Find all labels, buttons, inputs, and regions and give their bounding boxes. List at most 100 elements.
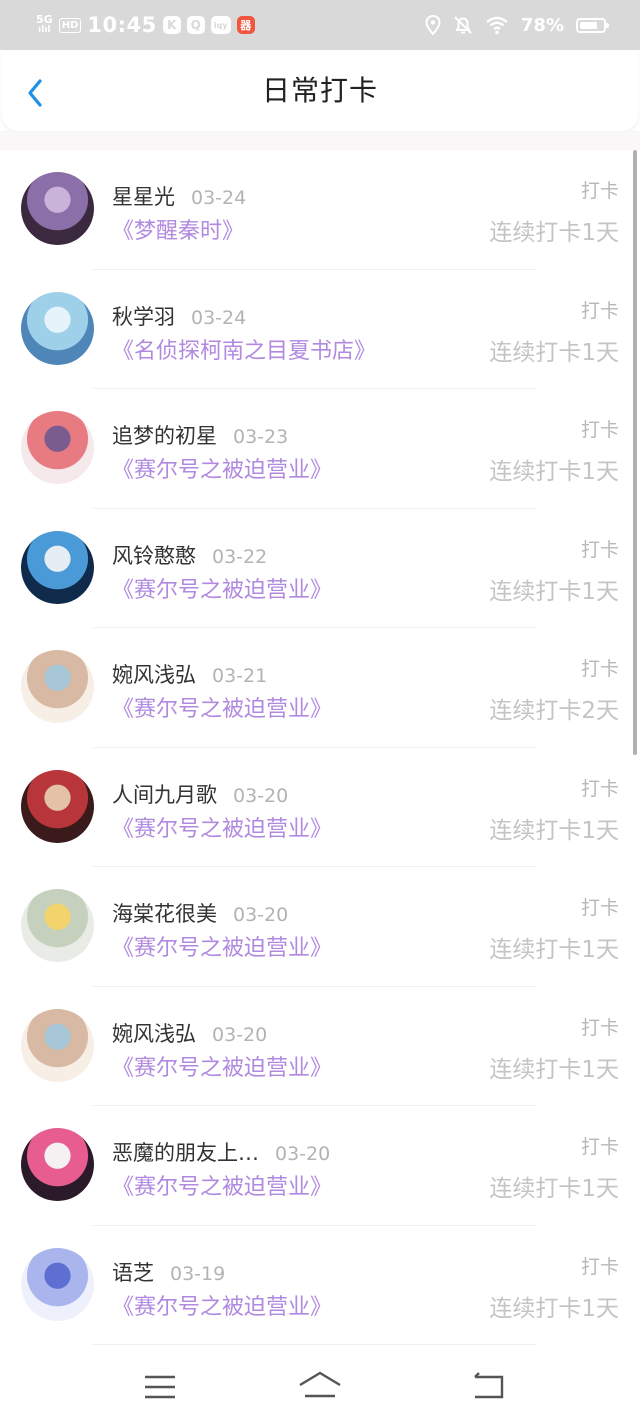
status-bar-right: 78% [425,0,609,50]
user-name[interactable]: 语芝 [112,1261,154,1285]
checkin-tag: 打卡 [580,1255,619,1278]
checkin-tag: 打卡 [580,299,619,322]
avatar[interactable] [21,769,94,843]
checkin-tag: 打卡 [580,658,619,680]
checkin-date: 03-24 [191,306,247,329]
name-line: 婉风浅弘 03-21 [112,659,267,689]
book-title[interactable]: 《赛尔号之被迫营业》 [112,572,332,604]
avatar[interactable] [21,1008,94,1082]
checkin-date: 03-20 [275,1143,331,1165]
checkin-tag: 打卡 [580,897,619,919]
streak-text: 连续打卡1天 [489,937,619,963]
home-button[interactable] [295,1367,345,1407]
page-header: 日常打卡 [2,51,638,131]
menu-button[interactable] [135,1367,185,1407]
book-title[interactable]: 《赛尔号之被迫营业》 [112,930,332,962]
streak-text: 连续打卡1天 [489,817,619,844]
list-item[interactable]: 人间九月歌 03-20 《赛尔号之被迫营业》 打卡 连续打卡1天 [0,748,640,867]
checkin-tag: 打卡 [580,1136,619,1158]
checkin-list[interactable]: 星星光 03-24 《梦醒秦时》 打卡 连续打卡1天 秋学羽 03-24 《名侦探柯… [0,150,640,1345]
checkin-date: 03-20 [233,784,289,807]
checkin-date: 03-24 [191,187,247,209]
status-bar: 5G ılıl HD 10:45 K Q iqy 器 78% [0,0,640,50]
menu-icon [145,1375,175,1399]
avatar[interactable] [21,1247,94,1321]
book-title[interactable]: 《梦醒秦时》 [112,213,244,245]
back-nav-button[interactable] [463,1367,513,1407]
book-title[interactable]: 《赛尔号之被迫营业》 [112,1050,332,1082]
book-title[interactable]: 《赛尔号之被迫营业》 [112,1289,332,1321]
user-name[interactable]: 婉风浅弘 [112,663,196,687]
battery-icon [576,17,609,33]
signal-bars: ılıl [38,25,51,35]
avatar[interactable] [21,650,94,723]
book-title[interactable]: 《名侦探柯南之目夏书店》 [112,333,376,365]
streak-text: 连续打卡1天 [489,459,619,485]
wifi-icon [486,16,508,35]
user-name[interactable]: 风铃憨憨 [112,544,196,568]
user-name[interactable]: 恶魔的朋友上… [112,1141,259,1165]
streak-text: 连续打卡2天 [489,698,619,724]
q-app-icon: Q [186,16,205,34]
scrollbar[interactable] [633,150,637,755]
list-item[interactable]: 海棠花很美 03-20 《赛尔号之被迫营业》 打卡 连续打卡1天 [0,867,640,987]
checkin-date: 03-22 [212,545,268,568]
avatar[interactable] [21,889,94,962]
avatar[interactable] [21,172,94,245]
streak-text: 连续打卡1天 [489,220,619,246]
back-icon [474,1372,504,1399]
name-line: 婉风浅弘 03-20 [112,1018,267,1048]
name-line: 海棠花很美 03-20 [112,898,288,928]
header-separator [0,131,640,150]
book-title[interactable]: 《赛尔号之被迫营业》 [112,811,332,843]
battery-fill [580,21,597,29]
network-type-label: 5G [36,13,53,26]
streak-text: 连续打卡1天 [489,1056,619,1083]
list-item[interactable]: 秋学羽 03-24 《名侦探柯南之目夏书店》 打卡 连续打卡1天 [0,270,640,389]
checkin-date: 03-19 [170,1262,226,1285]
name-line: 星星光 03-24 [112,181,246,211]
page-title: 日常打卡 [261,74,378,107]
streak-text: 连续打卡1天 [489,1176,619,1202]
location-icon [425,15,441,35]
checkin-tag: 打卡 [580,419,619,441]
list-item[interactable]: 语芝 03-19 《赛尔号之被迫营业》 打卡 连续打卡1天 [0,1226,640,1345]
checkin-date: 03-23 [233,426,289,448]
avatar[interactable] [21,411,94,484]
name-line: 秋学羽 03-24 [112,301,246,331]
user-name[interactable]: 秋学羽 [112,305,175,329]
user-name[interactable]: 海棠花很美 [112,902,217,926]
streak-text: 连续打卡1天 [489,578,619,605]
list-item[interactable]: 恶魔的朋友上… 03-20 《赛尔号之被迫营业》 打卡 连续打卡1天 [0,1106,640,1226]
avatar[interactable] [21,1128,94,1201]
name-line: 风铃憨憨 03-22 [112,540,267,570]
user-name[interactable]: 追梦的初星 [112,424,217,448]
list-item[interactable]: 追梦的初星 03-23 《赛尔号之被迫营业》 打卡 连续打卡1天 [0,389,640,509]
game-app-icon: 器 [236,16,255,34]
system-nav-bar [0,1345,640,1427]
user-name[interactable]: 人间九月歌 [112,783,217,807]
checkin-tag: 打卡 [580,180,619,202]
checkin-tag: 打卡 [580,1016,619,1039]
streak-text: 连续打卡1天 [489,1295,619,1322]
user-name[interactable]: 婉风浅弘 [112,1022,196,1046]
list-item[interactable]: 婉风浅弘 03-20 《赛尔号之被迫营业》 打卡 连续打卡1天 [0,987,640,1106]
avatar[interactable] [21,530,94,604]
status-bar-left: 5G ılıl HD 10:45 K Q iqy 器 [36,0,255,50]
user-name[interactable]: 星星光 [112,185,175,209]
avatar[interactable] [21,291,94,365]
list-item[interactable]: 婉风浅弘 03-21 《赛尔号之被迫营业》 打卡 连续打卡2天 [0,628,640,748]
book-title[interactable]: 《赛尔号之被迫营业》 [112,452,332,484]
name-line: 语芝 03-19 [112,1257,225,1287]
mute-bell-icon [454,16,472,34]
clock-time: 10:45 [87,13,157,37]
list-item[interactable]: 风铃憨憨 03-22 《赛尔号之被迫营业》 打卡 连续打卡1天 [0,509,640,628]
signal-icon: 5G ılıl [36,14,53,36]
list-item[interactable]: 星星光 03-24 《梦醒秦时》 打卡 连续打卡1天 [0,150,640,270]
book-title[interactable]: 《赛尔号之被迫营业》 [112,691,332,723]
k-app-icon: K [162,16,181,34]
checkin-date: 03-20 [233,904,289,926]
book-title[interactable]: 《赛尔号之被迫营业》 [112,1169,332,1201]
checkin-date: 03-21 [212,665,268,687]
iqiyi-app-icon: iqy [210,16,231,34]
